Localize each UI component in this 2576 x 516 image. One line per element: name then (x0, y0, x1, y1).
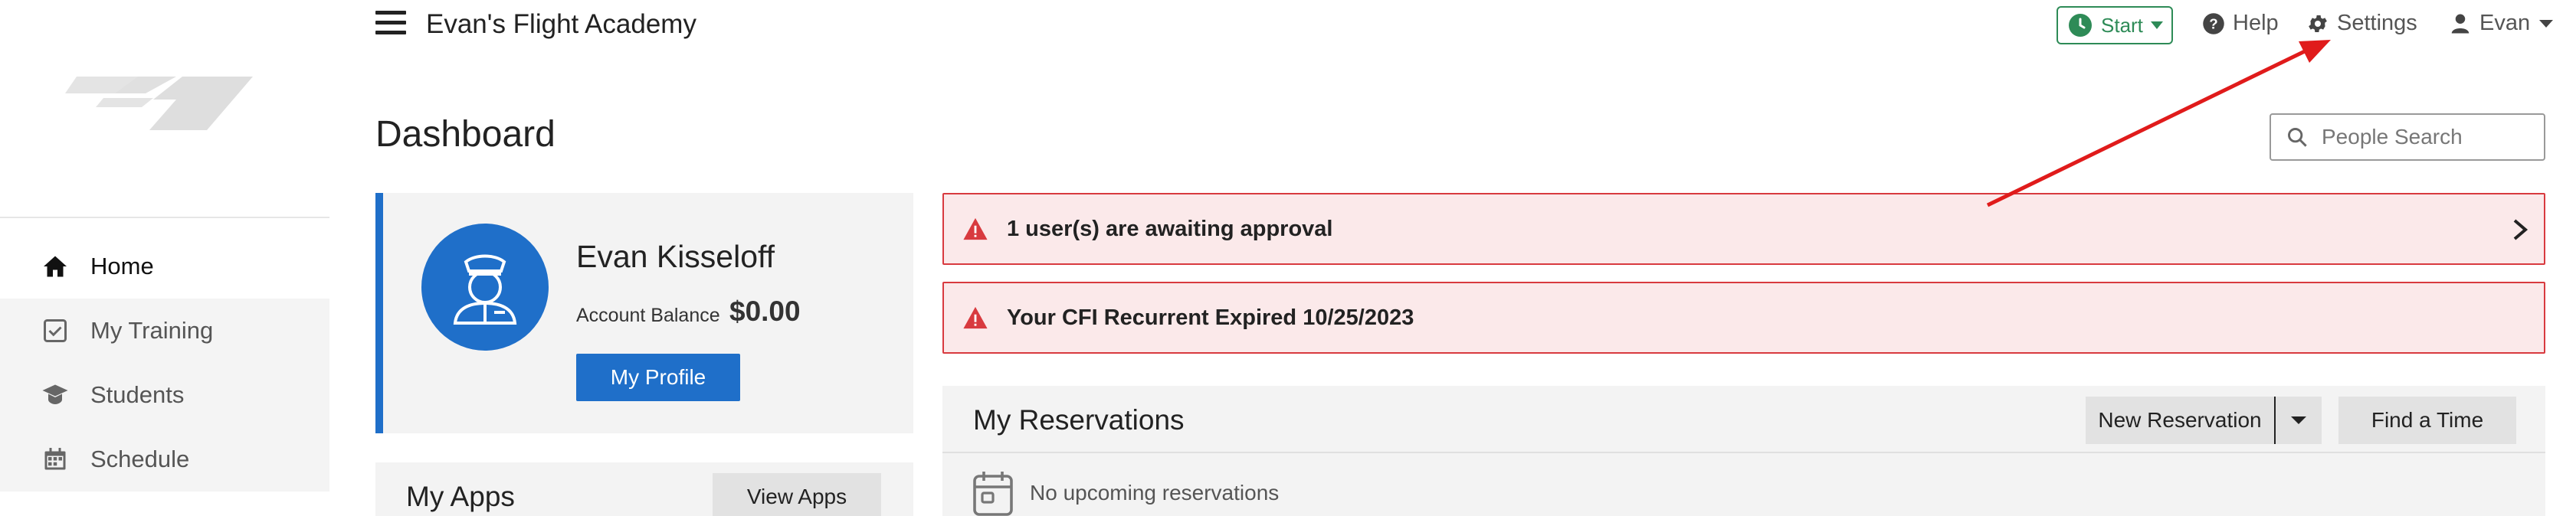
user-icon (2451, 14, 2469, 33)
account-balance-label: Account Balance (576, 305, 720, 326)
view-apps-button[interactable]: View Apps (713, 473, 881, 516)
chevron-down-icon (2150, 21, 2163, 29)
sidebar-item-my-training[interactable]: My Training (0, 299, 329, 363)
new-reservation-dropdown-button[interactable] (2276, 397, 2322, 444)
profile-name: Evan Kisseloff (576, 239, 775, 274)
sidebar-item-students[interactable]: Students (0, 363, 329, 427)
home-icon (40, 251, 70, 282)
people-search-placeholder: People Search (2322, 125, 2463, 149)
settings-link[interactable]: Settings (2306, 11, 2417, 36)
account-balance-value: $0.00 (729, 296, 801, 327)
new-reservation-button[interactable]: New Reservation (2086, 397, 2274, 444)
clock-icon (2069, 14, 2092, 37)
warning-icon (963, 217, 988, 240)
sidebar-item-home[interactable]: Home (0, 234, 329, 299)
alert-text: Your CFI Recurrent Expired 10/25/2023 (1007, 305, 1414, 330)
chevron-right-icon (2513, 219, 2528, 240)
sidebar-divider (0, 217, 329, 218)
sidebar-nav: Home My Training Students Schedule (0, 234, 329, 492)
pilot-avatar-icon (421, 224, 549, 351)
academy-logo (61, 69, 261, 138)
start-label: Start (2101, 13, 2143, 37)
gear-icon (2309, 15, 2327, 32)
help-label: Help (2233, 11, 2279, 35)
hamburger-menu-icon[interactable] (375, 11, 406, 38)
reservations-title: My Reservations (973, 404, 1185, 436)
find-a-time-button[interactable]: Find a Time (2338, 397, 2516, 444)
sidebar-item-label: Students (90, 381, 185, 408)
alert-cfi-recurrent-expired: Your CFI Recurrent Expired 10/25/2023 (942, 282, 2545, 354)
settings-label: Settings (2337, 11, 2417, 35)
sidebar: Home My Training Students Schedule (0, 0, 329, 516)
sidebar-item-label: My Training (90, 317, 214, 344)
help-icon: ? (2203, 12, 2224, 34)
app-title: Evan's Flight Academy (426, 9, 696, 39)
page-title: Dashboard (375, 114, 556, 155)
sidebar-item-schedule[interactable]: Schedule (0, 427, 329, 492)
my-apps-card: My Apps View Apps (375, 462, 913, 516)
user-menu[interactable]: Evan (2449, 11, 2554, 36)
people-search-input[interactable]: People Search (2270, 113, 2545, 161)
sidebar-item-label: Schedule (90, 446, 190, 472)
sidebar-item-label: Home (90, 253, 154, 279)
user-label: Evan (2479, 11, 2531, 35)
profile-card: Evan Kisseloff Account Balance $0.00 My … (375, 193, 913, 433)
chevron-down-icon (2539, 19, 2554, 28)
warning-icon (963, 306, 988, 329)
alert-text: 1 user(s) are awaiting approval (1007, 216, 1333, 241)
my-profile-button[interactable]: My Profile (576, 354, 740, 401)
svg-text:?: ? (2209, 15, 2217, 31)
alert-awaiting-approval[interactable]: 1 user(s) are awaiting approval (942, 193, 2545, 265)
no-reservations-text: No upcoming reservations (1030, 481, 1280, 505)
help-link[interactable]: ? Help (2202, 11, 2279, 36)
my-reservations-card: My Reservations New Reservation Find a T… (942, 386, 2545, 516)
calendar-icon (973, 472, 1013, 516)
checkbox-icon (40, 315, 70, 346)
calendar-icon (40, 444, 70, 475)
start-button[interactable]: Start (2057, 6, 2173, 44)
no-reservations-message: No upcoming reservations (973, 470, 1279, 516)
chevron-down-icon (2291, 416, 2306, 424)
my-apps-title: My Apps (406, 481, 515, 512)
search-icon (2288, 128, 2307, 147)
reservations-header: My Reservations New Reservation Find a T… (942, 386, 2545, 453)
graduation-cap-icon (40, 380, 70, 410)
